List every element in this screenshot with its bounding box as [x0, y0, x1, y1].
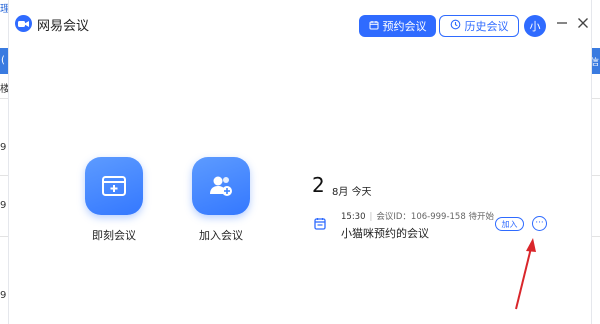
- background-divider: [0, 236, 8, 237]
- background-divider: [0, 98, 8, 99]
- more-options-button[interactable]: ···: [532, 216, 547, 231]
- meeting-calendar-icon: [314, 215, 326, 234]
- join-meeting-icon: [192, 157, 250, 215]
- background-divider: [0, 175, 8, 176]
- instant-meeting-label: 即刻会议: [92, 229, 136, 242]
- minimize-icon: [557, 22, 567, 24]
- background-row-label: 9: [0, 142, 7, 153]
- join-meeting-label: 加入会议: [199, 229, 243, 242]
- minimize-button[interactable]: [554, 15, 570, 31]
- app-logo-icon: [15, 15, 32, 32]
- schedule-meeting-button[interactable]: 预约会议: [359, 15, 436, 37]
- date-day: 2: [312, 173, 325, 197]
- background-row-label: 9: [0, 200, 7, 211]
- history-meetings-button[interactable]: 历史会议: [439, 15, 519, 37]
- join-button[interactable]: 加入: [495, 217, 524, 231]
- close-button[interactable]: [575, 15, 591, 31]
- schedule-meeting-label: 预约会议: [382, 20, 427, 33]
- date-relative: 今天: [351, 187, 372, 198]
- history-clock-icon: [450, 19, 461, 33]
- meeting-status: 待开始: [468, 212, 494, 222]
- title-bar: 网易会议 预约会议 历史会议 小: [9, 0, 591, 46]
- background-row-label: 9: [0, 290, 7, 301]
- meeting-meta: 15:30 | 会议ID：106-999-158 待开始: [341, 210, 494, 222]
- meeting-title[interactable]: 小猫咪预约的会议: [341, 225, 429, 241]
- join-meeting-button[interactable]: 加入会议: [176, 157, 266, 243]
- history-meetings-label: 历史会议: [464, 20, 509, 33]
- calendar-icon: [369, 20, 379, 33]
- date-month: 8月: [332, 187, 349, 198]
- app-title: 网易会议: [37, 19, 90, 34]
- background-app: 理信息 ( 楼 9 9 9: [0, 0, 30, 324]
- date-month-label: 8月 今天: [332, 183, 372, 198]
- close-icon: [578, 18, 588, 28]
- meeting-app-window: 网易会议 预约会议 历史会议 小 即刻会议 加入会议 2 8月 今天 15:30…: [8, 0, 592, 324]
- background-header-text: (: [1, 55, 5, 66]
- instant-meeting-icon: [85, 157, 143, 215]
- instant-meeting-button[interactable]: 即刻会议: [69, 157, 159, 243]
- meeting-id: 会议ID：106-999-158: [376, 212, 466, 222]
- meta-separator: |: [369, 212, 373, 222]
- user-avatar[interactable]: 小: [524, 15, 546, 37]
- meeting-time: 15:30: [341, 212, 366, 222]
